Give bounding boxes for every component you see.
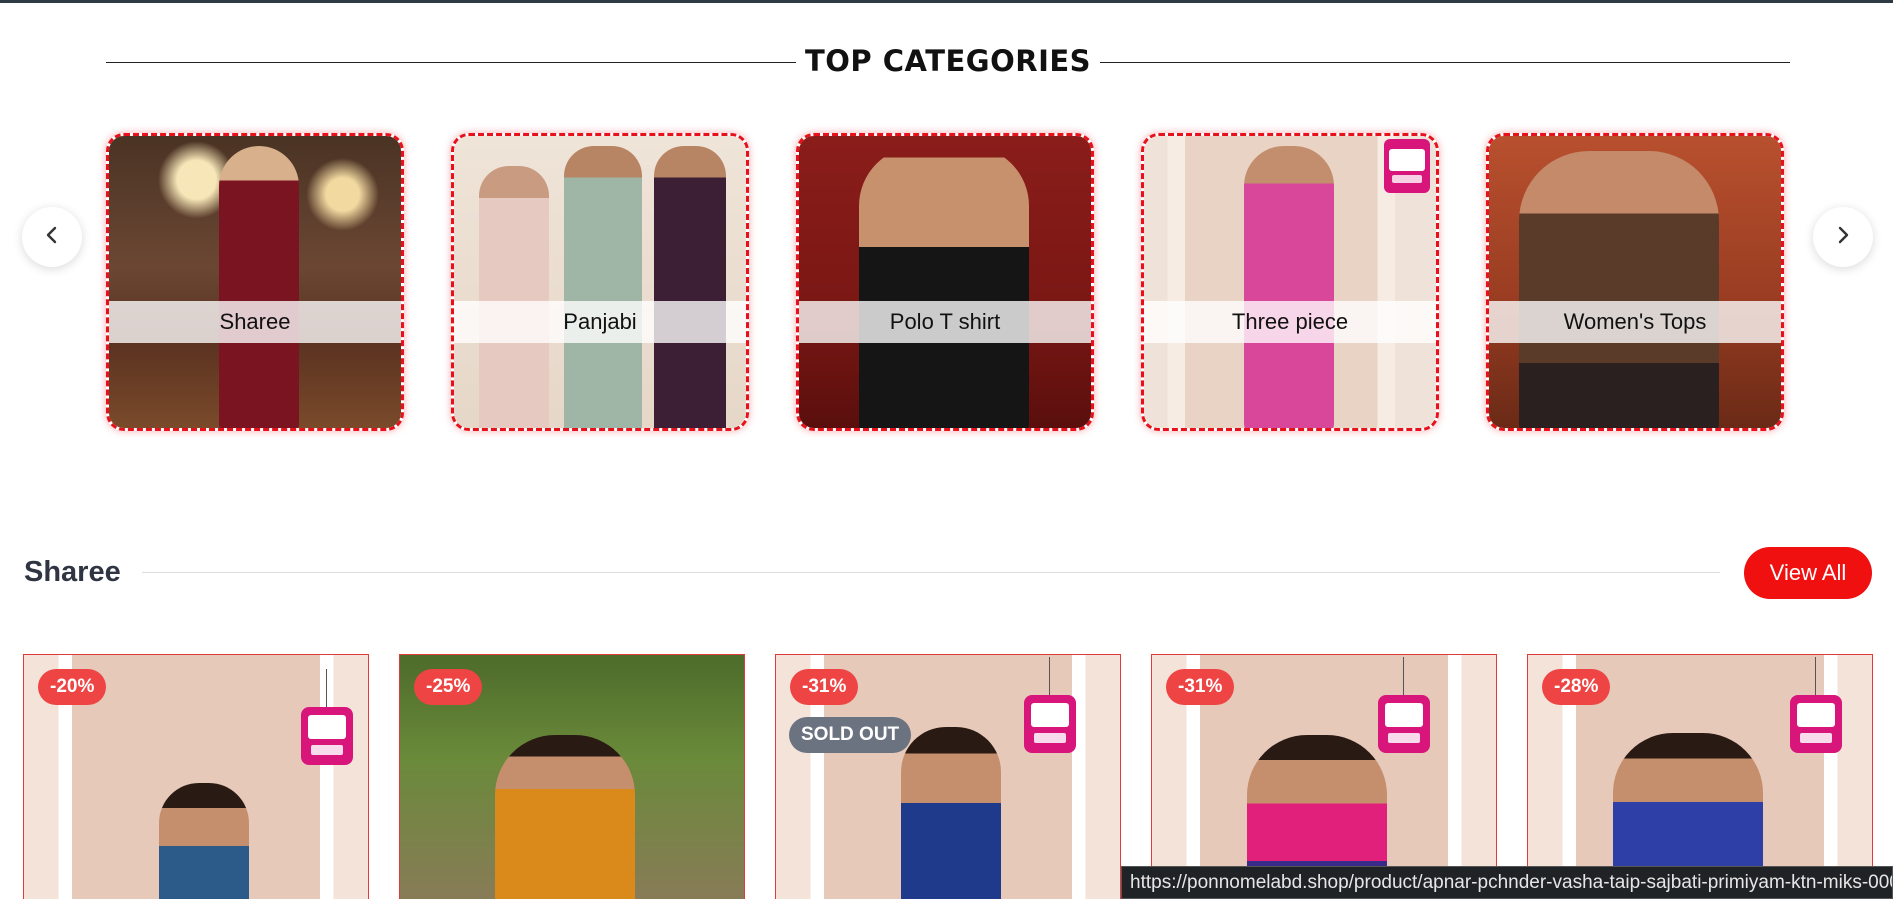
discount-badge: -20% (38, 669, 107, 705)
discount-badge: -31% (1166, 669, 1235, 705)
chevron-left-icon (42, 225, 62, 249)
category-label: Three piece (1144, 301, 1436, 343)
model-figure (479, 166, 549, 428)
model-figure (219, 146, 299, 428)
category-label: Women's Tops (1489, 301, 1781, 343)
section-divider (142, 572, 1720, 573)
chevron-right-icon (1833, 225, 1853, 249)
brand-hang-tag (1378, 657, 1430, 753)
product-card[interactable]: -31% (1151, 654, 1497, 899)
product-card[interactable]: -28% (1527, 654, 1873, 899)
brand-hang-tag (1024, 657, 1076, 753)
top-border (0, 0, 1893, 3)
category-label: Polo T shirt (799, 301, 1091, 343)
divider-right (1100, 62, 1790, 63)
link-status-bar: https://ponnomelabd.shop/product/apnar-p… (1121, 866, 1893, 899)
product-card[interactable]: -25% (399, 654, 745, 899)
model-figure (159, 783, 249, 899)
category-label: Panjabi (454, 301, 746, 343)
discount-badge: -25% (414, 669, 483, 705)
model-figure (495, 735, 635, 899)
product-card[interactable]: -20% (23, 654, 369, 899)
model-figure (564, 146, 642, 428)
categories-header: TOP CATEGORIES (106, 40, 1790, 84)
category-card-three-piece[interactable]: Three piece (1141, 133, 1439, 431)
category-label: Sharee (109, 301, 401, 343)
model-figure (901, 727, 1001, 899)
category-card-womens-tops[interactable]: Women's Tops (1486, 133, 1784, 431)
carousel-prev-button[interactable] (22, 207, 82, 267)
category-card-panjabi[interactable]: Panjabi (451, 133, 749, 431)
section-title: Sharee (24, 556, 121, 588)
category-card-polo-t-shirt[interactable]: Polo T shirt (796, 133, 1094, 431)
categories-title: TOP CATEGORIES (804, 44, 1092, 78)
model-figure (1244, 146, 1334, 428)
brand-hang-tag (301, 669, 353, 765)
carousel-next-button[interactable] (1813, 207, 1873, 267)
model-figure (859, 146, 1029, 428)
category-card-sharee[interactable]: Sharee (106, 133, 404, 431)
sold-out-badge: SOLD OUT (789, 717, 912, 753)
discount-badge: -28% (1542, 669, 1611, 705)
brand-hang-tag (1790, 657, 1842, 753)
product-card[interactable]: -31% SOLD OUT (775, 654, 1121, 899)
model-figure (1519, 151, 1719, 428)
brand-logo (1384, 139, 1430, 193)
discount-badge: -31% (790, 669, 859, 705)
view-all-button[interactable]: View All (1744, 547, 1872, 599)
model-figure (654, 146, 726, 428)
